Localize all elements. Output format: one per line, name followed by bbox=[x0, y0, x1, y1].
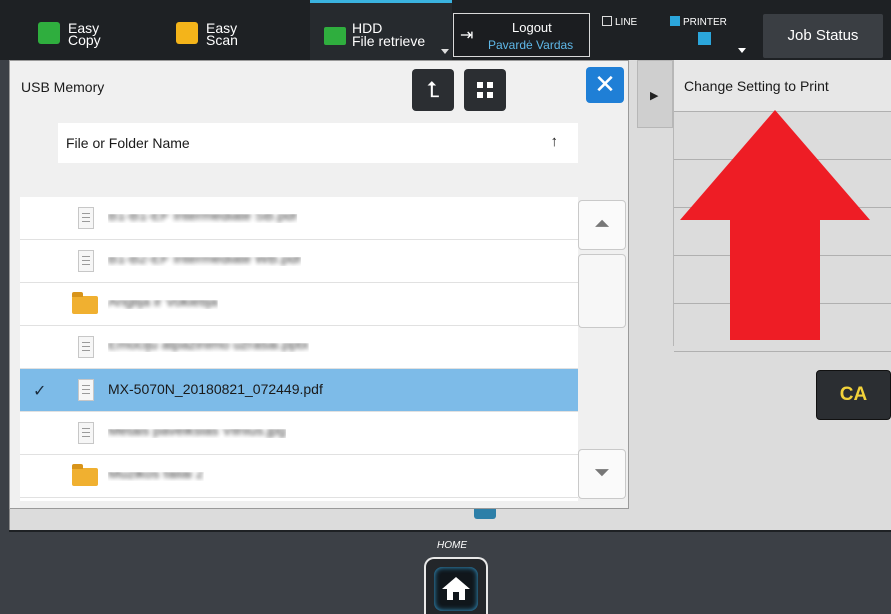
scroll-up-icon: ⏶ bbox=[594, 213, 610, 235]
logout-label: Logout bbox=[512, 20, 552, 35]
ca-button[interactable]: CA bbox=[816, 370, 891, 420]
job-status-button[interactable]: Job Status bbox=[763, 14, 883, 58]
close-icon: ✕ bbox=[594, 69, 616, 99]
printer-status-label: PRINTER bbox=[683, 17, 727, 28]
up-folder-button[interactable]: ⮤ bbox=[412, 69, 454, 111]
divider bbox=[9, 530, 891, 532]
scrollbar-thumb[interactable] bbox=[578, 254, 626, 328]
folder-row[interactable]: Muzikos failai 2 bbox=[20, 455, 578, 498]
home-button[interactable] bbox=[424, 557, 488, 614]
file-name: Metais paveikslas Vilnius.jpg bbox=[108, 422, 286, 438]
check-icon: ✓ bbox=[33, 383, 47, 400]
file-row[interactable]: Emociju atpažinimo užrašai.pptx bbox=[20, 326, 578, 369]
printer-status[interactable]: PRINTER bbox=[670, 16, 746, 53]
copy-icon bbox=[38, 22, 60, 44]
dialog-title: USB Memory bbox=[21, 79, 105, 95]
chevron-down-icon bbox=[441, 49, 449, 54]
file-row[interactable]: Metais paveikslas Vilnius.jpg bbox=[20, 412, 578, 455]
easy-scan-tab[interactable]: Easy Scan bbox=[176, 0, 276, 60]
hdd-file-retrieve-tab[interactable]: HDD File retrieve bbox=[310, 0, 452, 60]
settings-title-label: Change Setting to Print bbox=[684, 78, 829, 94]
grid-view-icon bbox=[487, 82, 493, 88]
home-label: HOME bbox=[437, 540, 467, 551]
panel-toggle-button[interactable]: ▶ bbox=[637, 60, 673, 128]
document-icon bbox=[78, 207, 94, 229]
scroll-down-button[interactable]: ⏷ bbox=[578, 449, 626, 499]
file-name: B1-B2-EF Intermediate WB.pdf bbox=[108, 250, 301, 266]
folder-icon bbox=[72, 292, 98, 314]
document-icon bbox=[78, 250, 94, 272]
chevron-down-icon bbox=[738, 48, 746, 53]
grid-view-button[interactable] bbox=[464, 69, 506, 111]
grid-view-icon bbox=[487, 92, 493, 98]
file-name: Emociju atpažinimo užrašai.pptx bbox=[108, 336, 309, 352]
easy-copy-tab[interactable]: Easy Copy bbox=[38, 0, 138, 60]
easy-copy-label-2: Copy bbox=[68, 32, 101, 48]
usb-device-indicator bbox=[474, 509, 496, 519]
grid-view-icon bbox=[477, 82, 483, 88]
logged-in-user: Pavardė Vardas bbox=[488, 38, 574, 52]
file-name: Muzikos failai 2 bbox=[108, 465, 204, 481]
scan-icon bbox=[176, 22, 198, 44]
up-folder-icon: ⮤ bbox=[426, 77, 440, 102]
scroll-up-button[interactable]: ⏶ bbox=[578, 200, 626, 250]
hdd-label-2: File retrieve bbox=[352, 33, 426, 49]
file-row[interactable]: ✓ MX-5070N_20180821_072449.pdf bbox=[20, 369, 578, 412]
usb-memory-dialog: USB Memory ⮤ ✕ File or Folder Name ↑ B1-… bbox=[9, 60, 629, 509]
line-status: LINE bbox=[602, 16, 637, 28]
document-icon bbox=[78, 422, 94, 444]
sort-up-icon: ↑ bbox=[550, 133, 559, 150]
folder-icon bbox=[72, 464, 98, 486]
column-header-file-name[interactable]: File or Folder Name ↑ bbox=[58, 123, 578, 163]
line-status-label: LINE bbox=[615, 17, 638, 28]
home-icon bbox=[442, 577, 470, 600]
file-row[interactable]: B1-B1-EF Intermediate SB.pdf bbox=[20, 197, 578, 240]
logout-icon: ⇥ bbox=[460, 27, 474, 44]
file-list: B1-B1-EF Intermediate SB.pdf B1-B2-EF Int… bbox=[20, 197, 578, 501]
file-name: Anglija ir Vokietija bbox=[108, 293, 218, 309]
grid-view-icon bbox=[477, 92, 483, 98]
file-name: B1-B1-EF Intermediate SB.pdf bbox=[108, 207, 298, 223]
line-indicator bbox=[602, 16, 612, 26]
logout-button[interactable]: ⇥ Logout Pavardė Vardas bbox=[453, 13, 590, 57]
document-icon bbox=[78, 336, 94, 358]
file-name: MX-5070N_20180821_072449.pdf bbox=[108, 381, 323, 397]
file-row[interactable]: B1-B2-EF Intermediate WB.pdf bbox=[20, 240, 578, 283]
change-setting-to-print-button[interactable]: Change Setting to Print bbox=[674, 60, 891, 112]
scroll-down-icon: ⏷ bbox=[594, 462, 610, 484]
top-bar: Easy Copy Easy Scan HDD File retrieve ⇥ … bbox=[0, 0, 891, 60]
play-icon: ▶ bbox=[650, 90, 659, 102]
printer-indicator bbox=[670, 16, 680, 26]
folder-row[interactable]: Anglija ir Vokietija bbox=[20, 283, 578, 326]
printer-icon bbox=[698, 32, 711, 45]
column-header-label: File or Folder Name bbox=[66, 135, 190, 151]
document-icon bbox=[78, 379, 94, 401]
red-arrow-annotation bbox=[680, 110, 870, 340]
close-button[interactable]: ✕ bbox=[586, 67, 624, 103]
easy-scan-label-2: Scan bbox=[206, 32, 238, 48]
hdd-icon bbox=[324, 27, 346, 45]
